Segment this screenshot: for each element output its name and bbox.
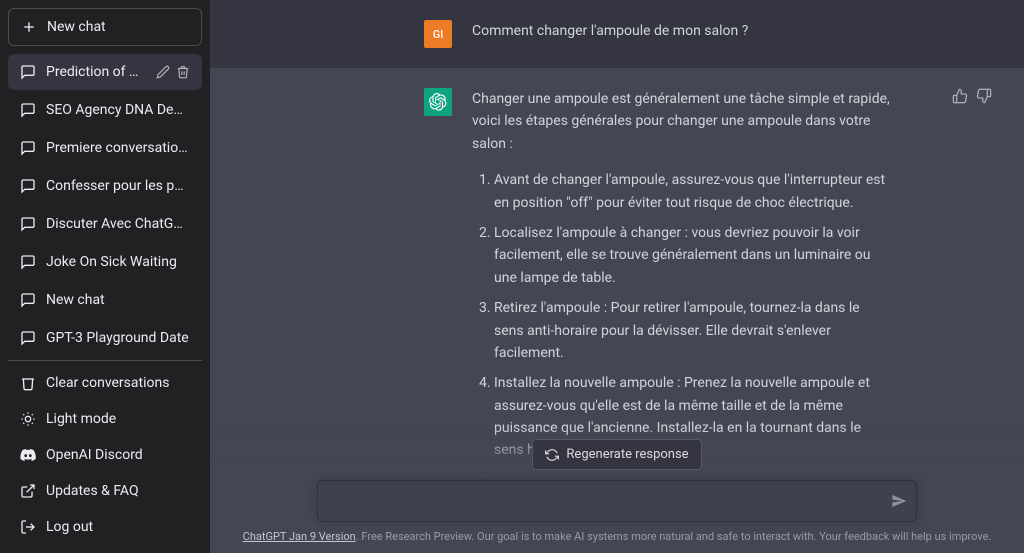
chat-icon — [20, 64, 36, 80]
trash-icon — [20, 375, 36, 391]
chat-icon — [20, 140, 36, 156]
edit-icon[interactable] — [156, 65, 170, 79]
chat-item[interactable]: Prediction of McDonal — [8, 54, 202, 90]
chat-icon — [20, 254, 36, 270]
main-area: GI Comment changer l'ampoule de mon salo… — [210, 0, 1024, 553]
input-area: Regenerate response ChatGPT Jan 9 Versio… — [210, 427, 1024, 553]
clear-conversations-button[interactable]: Clear conversations — [8, 365, 202, 401]
new-chat-button[interactable]: New chat — [8, 8, 202, 46]
footer-label: OpenAI Discord — [46, 447, 143, 463]
chat-icon — [20, 330, 36, 346]
chat-item[interactable]: GPT-3 Playground Date — [8, 320, 202, 356]
discord-icon — [20, 447, 36, 463]
user-avatar: GI — [424, 20, 452, 48]
chat-icon — [20, 178, 36, 194]
thumbs-up-icon[interactable] — [952, 88, 968, 104]
chat-item-label: Joke On Sick Waiting — [46, 254, 190, 270]
discord-button[interactable]: OpenAI Discord — [8, 437, 202, 473]
chat-item[interactable]: Premiere conversation manqu — [8, 130, 202, 166]
thumbs-down-icon[interactable] — [976, 88, 992, 104]
footer-label: Clear conversations — [46, 375, 169, 391]
user-message-text: Comment changer l'ampoule de mon salon ? — [472, 20, 932, 48]
sun-icon — [20, 411, 36, 427]
plus-icon — [21, 19, 37, 35]
chat-item[interactable]: Joke On Sick Waiting — [8, 244, 202, 280]
openai-logo-icon — [429, 93, 447, 111]
chat-item-label: New chat — [46, 292, 190, 308]
sidebar: New chat Prediction of McDonal SEO Agenc… — [0, 0, 210, 553]
footer-label: Light mode — [46, 411, 116, 427]
chat-item[interactable]: New chat — [8, 282, 202, 318]
step-item: Avant de changer l'ampoule, assurez-vous… — [494, 169, 892, 214]
version-link[interactable]: ChatGPT Jan 9 Version — [243, 530, 356, 543]
chat-item-label: Premiere conversation manqu — [46, 140, 190, 156]
chat-item-label: SEO Agency DNA Description. — [46, 102, 190, 118]
send-icon[interactable] — [891, 493, 907, 509]
assistant-intro: Changer une ampoule est généralement une… — [472, 88, 892, 155]
chat-input[interactable] — [317, 480, 917, 522]
chat-item-label: Discuter Avec ChatGPT — [46, 216, 190, 232]
chat-icon — [20, 292, 36, 308]
chat-item[interactable]: Discuter Avec ChatGPT — [8, 206, 202, 242]
trash-icon[interactable] — [176, 65, 190, 79]
updates-faq-button[interactable]: Updates & FAQ — [8, 473, 202, 509]
chat-item[interactable]: SEO Agency DNA Description. — [8, 92, 202, 128]
sidebar-footer: Clear conversations Light mode OpenAI Di… — [8, 360, 202, 545]
chat-list: Prediction of McDonal SEO Agency DNA Des… — [8, 54, 202, 360]
logout-icon — [20, 519, 36, 535]
user-message-row: GI Comment changer l'ampoule de mon salo… — [210, 0, 1024, 68]
regenerate-button[interactable]: Regenerate response — [532, 439, 701, 470]
light-mode-button[interactable]: Light mode — [8, 401, 202, 437]
regenerate-label: Regenerate response — [566, 447, 688, 462]
footer-label: Updates & FAQ — [46, 483, 139, 499]
chat-item[interactable]: Confesser pour les péchés? — [8, 168, 202, 204]
assistant-avatar — [424, 88, 452, 116]
new-chat-label: New chat — [47, 19, 106, 35]
chat-item-label: Prediction of McDonal — [46, 64, 146, 80]
chat-item-label: GPT-3 Playground Date — [46, 330, 190, 346]
footer-disclaimer: ChatGPT Jan 9 Version. Free Research Pre… — [230, 530, 1004, 543]
chat-item-label: Confesser pour les péchés? — [46, 178, 190, 194]
logout-button[interactable]: Log out — [8, 509, 202, 545]
external-link-icon — [20, 483, 36, 499]
step-item: Localisez l'ampoule à changer : vous dev… — [494, 222, 892, 289]
step-item: Retirez l'ampoule : Pour retirer l'ampou… — [494, 297, 892, 364]
chat-icon — [20, 102, 36, 118]
footer-label: Log out — [46, 519, 93, 535]
chat-icon — [20, 216, 36, 232]
refresh-icon — [545, 448, 559, 462]
